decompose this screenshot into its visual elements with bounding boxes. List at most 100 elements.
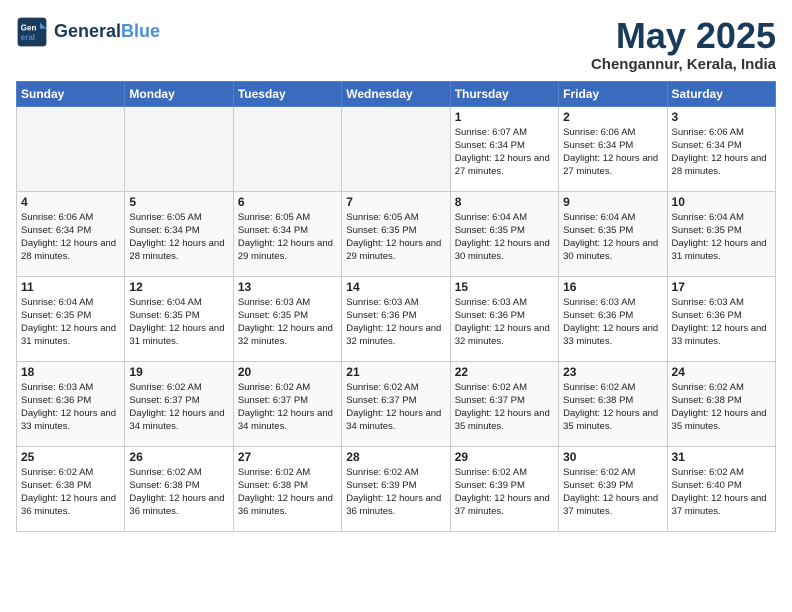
day-number: 30: [563, 450, 662, 464]
calendar-cell: 28Sunrise: 6:02 AMSunset: 6:39 PMDayligh…: [342, 446, 450, 531]
day-info: Sunrise: 6:06 AMSunset: 6:34 PMDaylight:…: [21, 211, 120, 264]
calendar-cell: 31Sunrise: 6:02 AMSunset: 6:40 PMDayligh…: [667, 446, 775, 531]
daylight-label: Daylight: 12 hours and 33 minutes.: [563, 323, 658, 347]
day-info: Sunrise: 6:02 AMSunset: 6:38 PMDaylight:…: [21, 466, 120, 519]
sunset-label: Sunset: 6:34 PM: [455, 140, 525, 151]
day-info: Sunrise: 6:07 AMSunset: 6:34 PMDaylight:…: [455, 126, 554, 179]
daylight-label: Daylight: 12 hours and 34 minutes.: [346, 408, 441, 432]
day-number: 26: [129, 450, 228, 464]
daylight-label: Daylight: 12 hours and 35 minutes.: [672, 408, 767, 432]
calendar-cell: 17Sunrise: 6:03 AMSunset: 6:36 PMDayligh…: [667, 276, 775, 361]
sunset-label: Sunset: 6:37 PM: [455, 395, 525, 406]
sunset-label: Sunset: 6:39 PM: [563, 480, 633, 491]
calendar-cell: [233, 106, 341, 191]
month-title: May 2025: [591, 16, 776, 56]
calendar-cell: 4Sunrise: 6:06 AMSunset: 6:34 PMDaylight…: [17, 191, 125, 276]
day-number: 6: [238, 195, 337, 209]
sunrise-label: Sunrise: 6:03 AM: [238, 297, 310, 308]
sunrise-label: Sunrise: 6:06 AM: [563, 127, 635, 138]
day-number: 17: [672, 280, 771, 294]
calendar-cell: 6Sunrise: 6:05 AMSunset: 6:34 PMDaylight…: [233, 191, 341, 276]
daylight-label: Daylight: 12 hours and 30 minutes.: [563, 238, 658, 262]
day-info: Sunrise: 6:03 AM Sunset: 6:36 PM Daylight:…: [346, 296, 445, 349]
calendar-cell: [17, 106, 125, 191]
sunset-label: Sunset: 6:36 PM: [21, 395, 91, 406]
day-info: Sunrise: 6:02 AMSunset: 6:38 PMDaylight:…: [129, 466, 228, 519]
day-number: 16: [563, 280, 662, 294]
day-number: 10: [672, 195, 771, 209]
weekday-header-friday: Friday: [559, 81, 667, 106]
daylight-label: Daylight: 12 hours and 28 minutes.: [129, 238, 224, 262]
calendar-cell: 19Sunrise: 6:02 AMSunset: 6:37 PMDayligh…: [125, 361, 233, 446]
sunset-label: Sunset: 6:38 PM: [563, 395, 633, 406]
daylight-label: Daylight: 12 hours and 31 minutes.: [21, 323, 116, 347]
day-number: 24: [672, 365, 771, 379]
day-number: 25: [21, 450, 120, 464]
sunset-label: Sunset: 6:38 PM: [672, 395, 742, 406]
daylight-label: Daylight: 12 hours and 31 minutes.: [129, 323, 224, 347]
calendar-cell: 14Sunrise: 6:03 AMSunset: 6:36 PMDayligh…: [342, 276, 450, 361]
day-info: Sunrise: 6:02 AMSunset: 6:37 PMDaylight:…: [455, 381, 554, 434]
daylight-label: Daylight: 12 hours and 27 minutes.: [563, 153, 658, 177]
sunset-label: Sunset: 6:35 PM: [129, 310, 199, 321]
day-number: 13: [238, 280, 337, 294]
sunrise-label: Sunrise: 6:07 AM: [455, 127, 527, 138]
daylight-label: Daylight: 12 hours and 29 minutes.: [346, 238, 441, 262]
sunset-label: Sunset: 6:37 PM: [129, 395, 199, 406]
day-number: 18: [21, 365, 120, 379]
sunrise-label: Sunrise: 6:03 AM: [346, 297, 418, 308]
sunrise-label: Sunrise: 6:02 AM: [346, 382, 418, 393]
sunset-label: Sunset: 6:35 PM: [238, 310, 308, 321]
calendar-cell: 10Sunrise: 6:04 AMSunset: 6:35 PMDayligh…: [667, 191, 775, 276]
sunrise-label: Sunrise: 6:02 AM: [672, 382, 744, 393]
calendar-header: SundayMondayTuesdayWednesdayThursdayFrid…: [17, 81, 776, 106]
sunset-label: Sunset: 6:36 PM: [455, 310, 525, 321]
day-info: Sunrise: 6:02 AMSunset: 6:37 PMDaylight:…: [238, 381, 337, 434]
calendar-cell: 25 Sunrise: 6:02 AMSunset: 6:38 PMDayligh…: [17, 446, 125, 531]
calendar-cell: 30Sunrise: 6:02 AMSunset: 6:39 PMDayligh…: [559, 446, 667, 531]
calendar-cell: 7Sunrise: 6:05 AMSunset: 6:35 PMDaylight…: [342, 191, 450, 276]
day-info: Sunrise: 6:03 AMSunset: 6:35 PMDaylight:…: [238, 296, 337, 349]
logo: Gen eral GeneralBlue: [16, 16, 160, 48]
sunrise-label: Sunrise: 6:04 AM: [563, 212, 635, 223]
calendar-cell: 26 Sunrise: 6:02 AMSunset: 6:38 PMDayligh…: [125, 446, 233, 531]
sunrise-label: Sunrise: 6:02 AM: [129, 382, 201, 393]
daylight-label: Daylight: 12 hours and 32 minutes.: [346, 323, 441, 347]
day-number: 5: [129, 195, 228, 209]
daylight-label: Daylight: 12 hours and 34 minutes.: [129, 408, 224, 432]
calendar-cell: 29Sunrise: 6:02 AMSunset: 6:39 PMDayligh…: [450, 446, 558, 531]
sunset-label: Sunset: 6:37 PM: [238, 395, 308, 406]
sunrise-label: Sunrise: 6:05 AM: [129, 212, 201, 223]
calendar-table: SundayMondayTuesdayWednesdayThursdayFrid…: [16, 81, 776, 532]
daylight-label: Daylight: 12 hours and 37 minutes.: [455, 493, 550, 517]
day-number: 22: [455, 365, 554, 379]
calendar-cell: 22 Sunrise: 6:02 AMSunset: 6:37 PMDayligh…: [450, 361, 558, 446]
sunrise-label: Sunrise: 6:02 AM: [238, 467, 310, 478]
sunset-label: Sunset: 6:36 PM: [672, 310, 742, 321]
daylight-label: Daylight: 12 hours and 29 minutes.: [238, 238, 333, 262]
day-number: 11: [21, 280, 120, 294]
day-info: Sunrise: 6:02 AMSunset: 6:40 PMDaylight:…: [672, 466, 771, 519]
day-number: 27: [238, 450, 337, 464]
sunrise-label: Sunrise: 6:04 AM: [455, 212, 527, 223]
daylight-label: Daylight: 12 hours and 28 minutes.: [21, 238, 116, 262]
day-info: Sunrise: 6:02 AM Sunset: 6:37 PM Daylight:…: [129, 381, 228, 434]
calendar-cell: 3Sunrise: 6:06 AMSunset: 6:34 PMDaylight…: [667, 106, 775, 191]
calendar-cell: 24 Sunrise: 6:02 AM Sunset: 6:38 PM Dayligh…: [667, 361, 775, 446]
day-number: 9: [563, 195, 662, 209]
day-number: 21: [346, 365, 445, 379]
week-row-1: 1Sunrise: 6:07 AMSunset: 6:34 PMDaylight…: [17, 106, 776, 191]
calendar-cell: 11Sunrise: 6:04 AMSunset: 6:35 PMDayligh…: [17, 276, 125, 361]
day-number: 28: [346, 450, 445, 464]
day-number: 23: [563, 365, 662, 379]
day-info: Sunrise: 6:06 AMSunset: 6:34 PMDaylight:…: [563, 126, 662, 179]
calendar-cell: [125, 106, 233, 191]
day-info: Sunrise: 6:02 AMSunset: 6:38 PMDaylight:…: [563, 381, 662, 434]
daylight-label: Daylight: 12 hours and 31 minutes.: [672, 238, 767, 262]
sunrise-label: Sunrise: 6:02 AM: [238, 382, 310, 393]
sunset-label: Sunset: 6:36 PM: [346, 310, 416, 321]
weekday-header-tuesday: Tuesday: [233, 81, 341, 106]
sunrise-label: Sunrise: 6:02 AM: [129, 467, 201, 478]
calendar-cell: 20Sunrise: 6:02 AMSunset: 6:37 PMDayligh…: [233, 361, 341, 446]
day-number: 15: [455, 280, 554, 294]
